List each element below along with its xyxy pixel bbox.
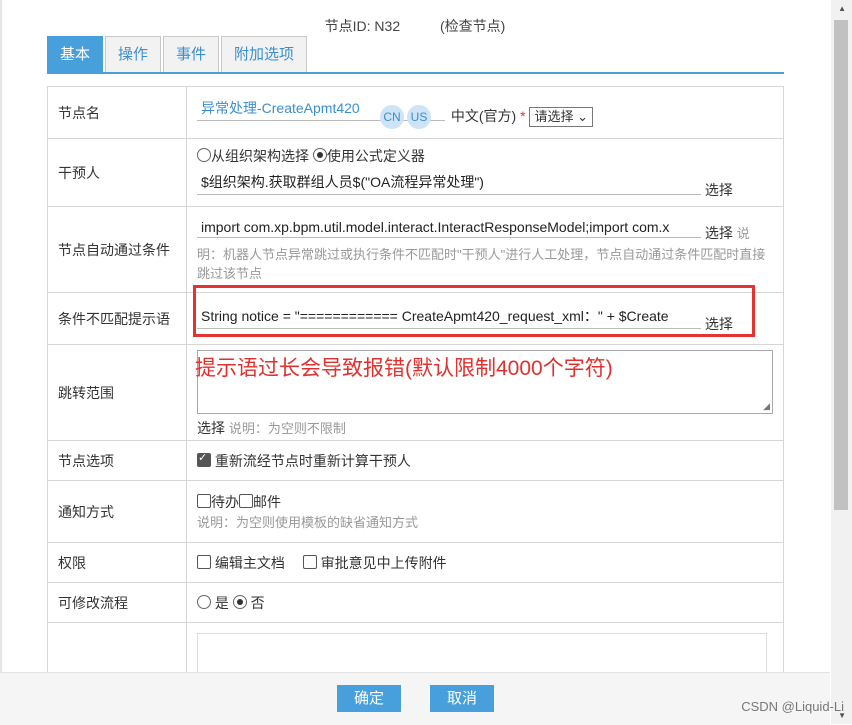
- resize-handle-icon[interactable]: ◢: [763, 401, 770, 412]
- upload-attachment-checkbox[interactable]: [302, 554, 317, 569]
- label-permission: 权限: [47, 542, 187, 583]
- intervener-choose-link[interactable]: 选择: [705, 182, 733, 198]
- row-intervener: 干预人 从组织架构选择 使用公式定义器 $组织架构.获取群组人员$("OA流程异…: [47, 138, 784, 207]
- dialog-footer: [0, 672, 830, 725]
- label-mismatch-tip: 条件不匹配提示语: [47, 292, 187, 345]
- language-select-value: 请选择: [534, 109, 574, 124]
- todo-checkbox[interactable]: [197, 494, 211, 508]
- node-id-label: 节点ID: N32: [324, 18, 401, 34]
- us-language-icon[interactable]: US: [407, 105, 431, 129]
- tab-extra-options[interactable]: 附加选项: [221, 36, 308, 72]
- radio-formula[interactable]: [312, 147, 327, 162]
- label-node-name: 节点名: [47, 86, 187, 139]
- annotation-text: 提示语过长会导致报错(默认限制4000个字符): [195, 357, 613, 380]
- vertical-scrollbar[interactable]: ▲ ▼: [831, 0, 852, 724]
- chevron-down-icon: ⌄: [577, 109, 588, 124]
- notify-description: 说明：为空则使用模板的缺省通知方式: [197, 515, 419, 530]
- label-node-option: 节点选项: [47, 440, 187, 481]
- recalc-intervener-checkbox[interactable]: [197, 451, 211, 467]
- upload-attachment-label: 审批意见中上传附件: [320, 554, 447, 571]
- ok-button[interactable]: 确定: [337, 685, 401, 712]
- label-modify-flow: 可修改流程: [47, 582, 187, 623]
- highlight-box: [193, 285, 755, 337]
- scrollbar-thumb[interactable]: [834, 20, 848, 510]
- scroll-up-icon[interactable]: ▲: [838, 4, 846, 13]
- row-node-option: 节点选项 重新流经节点时重新计算干预人: [47, 440, 784, 481]
- mail-label: 邮件: [253, 494, 281, 510]
- radio-org-structure[interactable]: [197, 147, 211, 162]
- radio-modify-yes-label: 是: [214, 594, 229, 611]
- language-label: 中文(官方): [450, 108, 517, 124]
- auto-pass-desc-prefix: 说: [736, 225, 750, 241]
- required-mark: *: [520, 108, 526, 124]
- tab-basic[interactable]: 基本: [47, 36, 104, 72]
- cancel-button[interactable]: 取消: [430, 685, 494, 712]
- radio-formula-label: 使用公式定义器: [326, 147, 425, 164]
- auto-pass-description: 明：机器人节点异常跳过或执行条件不匹配时"干预人"进行人工处理，节点自动通过条件…: [197, 246, 766, 281]
- radio-modify-no-label: 否: [250, 594, 265, 611]
- mail-checkbox[interactable]: [239, 494, 253, 508]
- label-auto-pass: 节点自动通过条件: [47, 206, 187, 293]
- row-modify-flow: 可修改流程 是 否: [47, 582, 784, 623]
- row-node-name: 节点名 异常处理-CreateApmt420CN US 中文(官方) * 请选择 …: [47, 86, 784, 139]
- node-form: 节点名 异常处理-CreateApmt420CN US 中文(官方) * 请选择 …: [47, 86, 784, 696]
- edit-main-doc-checkbox[interactable]: [197, 554, 211, 569]
- label-intervener: 干预人: [47, 138, 187, 207]
- recalc-intervener-label: 重新流经节点时重新计算干预人: [214, 452, 411, 469]
- node-type-label: (检查节点): [440, 18, 506, 34]
- auto-pass-condition-input[interactable]: import com.xp.bpm.util.model.interact.In…: [197, 217, 701, 238]
- tab-underline: [47, 72, 784, 74]
- watermark: CSDN @Liquid-Li: [741, 699, 844, 714]
- tab-bar: 基本 操作 事件 附加选项: [47, 36, 309, 73]
- window-edge: [0, 0, 2, 724]
- radio-modify-no[interactable]: [232, 594, 247, 609]
- intervener-formula-input[interactable]: $组织架构.获取群组人员$("OA流程异常处理"): [197, 170, 701, 195]
- label-jump-scope: 跳转范围: [47, 344, 187, 441]
- row-notify: 通知方式 待办 邮件 说明：为空则使用模板的缺省通知方式: [47, 480, 784, 543]
- auto-pass-choose-link[interactable]: 选择: [705, 225, 733, 241]
- row-permission: 权限 编辑主文档 审批意见中上传附件: [47, 542, 784, 583]
- jump-scope-description: 说明：为空则不限制: [228, 420, 346, 436]
- label-notify: 通知方式: [47, 480, 187, 543]
- radio-org-structure-label: 从组织架构选择: [211, 147, 309, 164]
- radio-modify-yes[interactable]: [197, 594, 211, 609]
- tab-event[interactable]: 事件: [163, 36, 220, 72]
- language-select[interactable]: 请选择 ⌄: [529, 107, 593, 127]
- todo-label: 待办: [211, 494, 239, 510]
- tab-operation[interactable]: 操作: [105, 36, 162, 72]
- row-auto-pass: 节点自动通过条件 import com.xp.bpm.util.model.in…: [47, 206, 784, 293]
- edit-main-doc-label: 编辑主文档: [214, 554, 285, 571]
- jump-scope-choose-link[interactable]: 选择: [197, 420, 225, 436]
- dialog-header: 节点ID: N32 (检查节点): [0, 16, 830, 36]
- cn-language-icon[interactable]: CN: [380, 105, 404, 129]
